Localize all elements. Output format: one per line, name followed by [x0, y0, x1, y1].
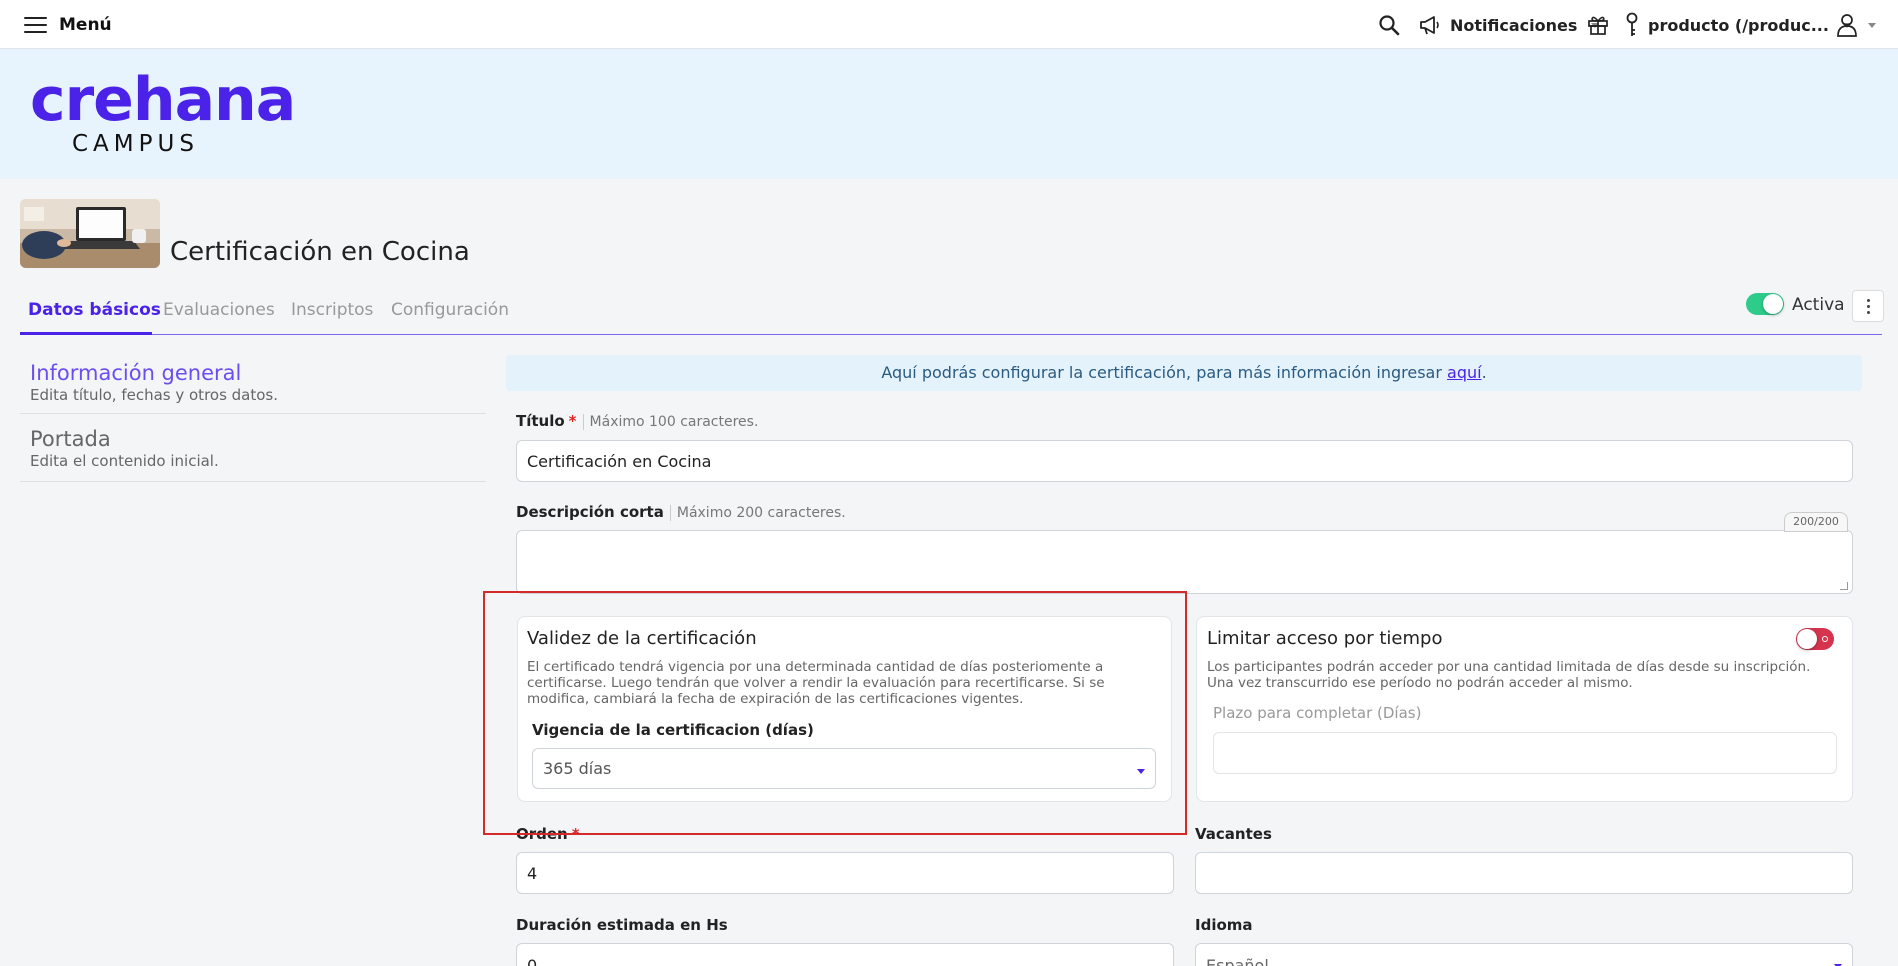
key-icon [1626, 12, 1638, 36]
sidebar-item-desc: Edita título, fechas y otros datos. [30, 386, 279, 404]
required-marker: * [568, 412, 577, 430]
course-thumbnail [20, 199, 160, 268]
user-menu[interactable] [1836, 12, 1876, 38]
info-banner: Aquí podrás configurar la certificación,… [506, 355, 1862, 391]
menu-label: Menú [59, 15, 112, 35]
course-title: Certificación en Cocina [170, 237, 470, 267]
info-banner-link[interactable]: aquí [1447, 363, 1482, 382]
gift-button[interactable] [1587, 12, 1609, 38]
language-label: Idioma [1195, 916, 1253, 934]
megaphone-icon [1420, 16, 1439, 35]
tab-evaluaciones[interactable]: Evaluaciones [163, 296, 275, 324]
sidebar-item-title: Información general [30, 361, 242, 385]
product-menu[interactable]: producto (/produc... [1624, 12, 1851, 38]
resize-handle[interactable] [1840, 582, 1848, 590]
course-active-toggle[interactable] [1746, 293, 1784, 315]
chevron-down-icon [1868, 22, 1876, 28]
sidebar-item-informacion-general[interactable]: Información general Edita título, fechas… [20, 352, 486, 414]
course-status-label: Activa [1792, 295, 1845, 315]
menu-button[interactable]: Menú [24, 13, 112, 37]
title-hint: Máximo 100 caracteres. [582, 414, 759, 430]
info-banner-text: Aquí podrás configurar la certificación,… [881, 363, 1442, 382]
order-input-value: 4 [527, 863, 538, 883]
short-desc-label-text: Descripción corta [516, 503, 664, 521]
search-button[interactable] [1378, 12, 1400, 38]
search-icon [1379, 15, 1400, 36]
validity-select-value: 365 días [543, 759, 612, 778]
time-limit-card-desc: Los participantes podrán acceder por una… [1207, 659, 1811, 691]
required-marker: * [571, 825, 580, 843]
validity-card-title: Validez de la certificación [527, 628, 757, 649]
short-desc-textarea[interactable] [516, 530, 1853, 594]
tab-divider [20, 334, 1882, 335]
tab-datos-basicos[interactable]: Datos básicos [28, 296, 161, 324]
brand-logo-sub: CAMPUS [72, 131, 199, 157]
hamburger-icon [24, 17, 47, 34]
sidebar-item-desc: Edita el contenido inicial. [30, 452, 219, 470]
validity-card-desc: El certificado tendrá vigencia por una d… [527, 659, 1105, 707]
duration-input-value: 0 [527, 956, 538, 966]
sidebar-item-portada[interactable]: Portada Edita el contenido inicial. [20, 414, 486, 482]
sidebar-item-title: Portada [30, 427, 111, 451]
time-limit-card-title: Limitar acceso por tiempo [1207, 628, 1443, 649]
title-label-text: Título [516, 412, 565, 430]
product-label: producto (/produc... [1648, 15, 1829, 35]
title-input-value: Certificación en Cocina [527, 451, 712, 471]
short-desc-label: Descripción corta Máximo 200 caracteres. [516, 502, 846, 523]
kebab-icon [1866, 298, 1870, 302]
time-limit-field-label: Plazo para completar (Días) [1213, 704, 1422, 722]
title-label: Título * Máximo 100 caracteres. [516, 411, 759, 432]
vacancies-label: Vacantes [1195, 825, 1272, 843]
more-options-button[interactable] [1852, 290, 1884, 322]
title-input[interactable]: Certificación en Cocina [516, 440, 1853, 482]
user-icon [1837, 14, 1857, 37]
validity-field-label: Vigencia de la certificacion (días) [532, 721, 814, 739]
vacancies-input[interactable] [1195, 852, 1853, 894]
time-limit-input[interactable] [1213, 732, 1837, 774]
language-select-value: Español [1206, 956, 1269, 966]
active-tab-indicator [20, 332, 152, 335]
chevron-down-icon [1137, 769, 1145, 774]
char-counter: 200/200 [1784, 512, 1848, 532]
brand-banner: crehana CAMPUS [0, 49, 1898, 179]
time-limit-toggle[interactable] [1796, 628, 1834, 650]
duration-input[interactable]: 0 [516, 943, 1174, 966]
language-select[interactable]: Español [1195, 943, 1853, 966]
tab-configuracion[interactable]: Configuración [391, 296, 509, 324]
order-input[interactable]: 4 [516, 852, 1174, 894]
validity-select[interactable]: 365 días [532, 748, 1156, 789]
info-banner-tail: . [1481, 363, 1487, 382]
notifications-label: Notificaciones [1450, 15, 1578, 35]
short-desc-hint: Máximo 200 caracteres. [669, 505, 846, 521]
brand-logo: crehana [30, 65, 296, 135]
order-label: Orden * [516, 824, 580, 844]
time-limit-card: Limitar acceso por tiempo Los participan… [1196, 616, 1853, 802]
validity-card: Validez de la certificación El certifica… [517, 616, 1172, 802]
order-label-text: Orden [516, 825, 568, 843]
top-bar: Menú Notificaciones producto (/produc... [0, 0, 1898, 49]
duration-label: Duración estimada en Hs [516, 916, 728, 934]
gift-icon [1588, 16, 1608, 35]
tab-inscriptos[interactable]: Inscriptos [291, 296, 373, 324]
notifications-menu[interactable]: Notificaciones [1418, 12, 1600, 38]
